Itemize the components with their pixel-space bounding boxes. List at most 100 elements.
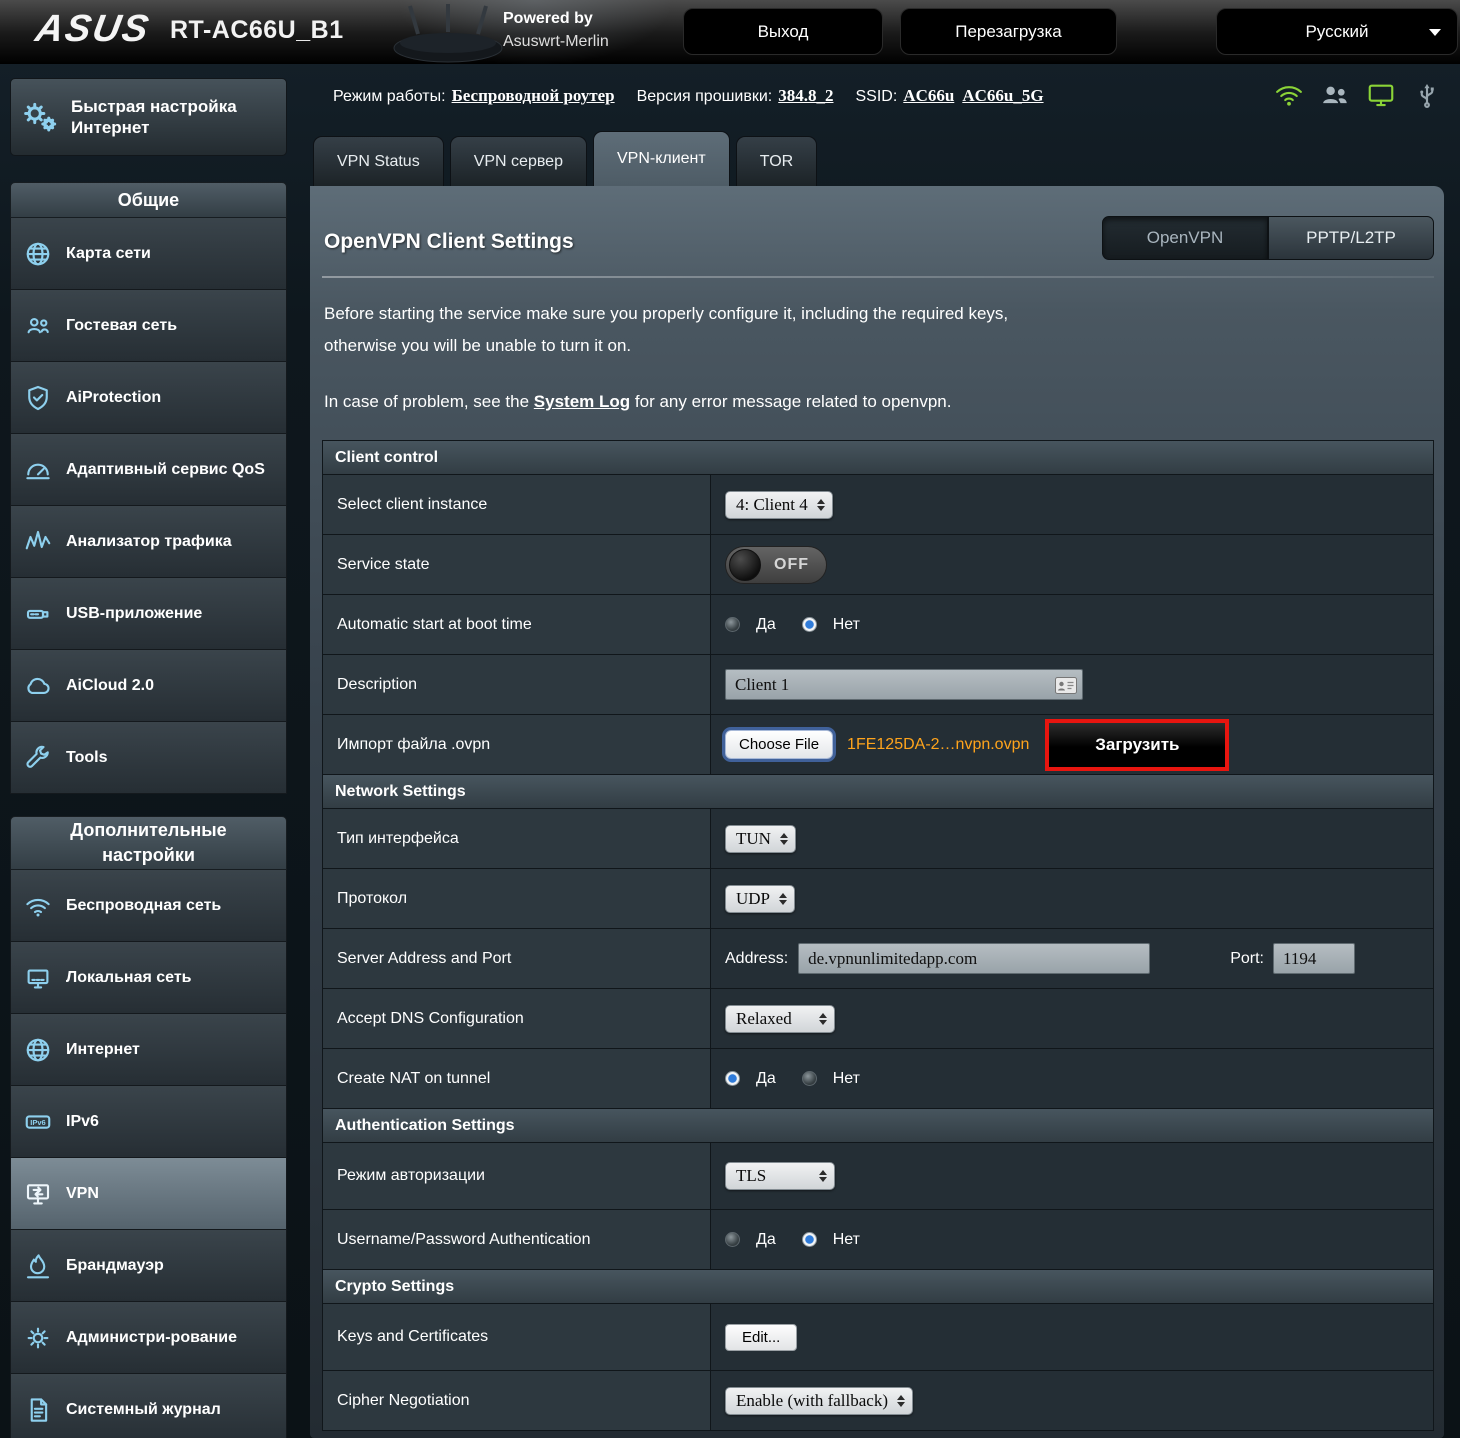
- sidebar-item-internet[interactable]: Интернет: [10, 1014, 287, 1086]
- sidebar-item-firewall[interactable]: Брандмауэр: [10, 1230, 287, 1302]
- sidebar-item-label: Брандмауэр: [66, 1256, 164, 1274]
- vpn-tabs: VPN Status VPN сервер VPN-клиент TOR: [313, 131, 818, 186]
- service-state-toggle[interactable]: OFF: [725, 545, 827, 584]
- svg-text:IPv6: IPv6: [30, 1118, 45, 1127]
- problem-prefix: In case of problem, see the: [324, 392, 530, 411]
- sidebar-item-system-log[interactable]: Системный журнал: [10, 1374, 287, 1438]
- edit-keys-button[interactable]: Edit...: [725, 1323, 798, 1351]
- sidebar-item-wireless[interactable]: Беспроводная сеть: [10, 870, 287, 942]
- problem-text: In case of problem, see the System Log f…: [324, 392, 1434, 412]
- logout-button[interactable]: Выход: [683, 8, 883, 55]
- main-panel: OpenVPN Client Settings OpenVPN PPTP/L2T…: [310, 186, 1444, 1438]
- client-instance-select[interactable]: 4: Client 4: [725, 490, 833, 519]
- sidebar-item-quick-setup[interactable]: Быстрая настройка Интернет: [10, 78, 287, 156]
- sidebar-item-traffic-analyzer[interactable]: Анализатор трафика: [10, 506, 287, 578]
- people-icon: [27, 317, 49, 333]
- waveform-icon: [25, 530, 51, 549]
- row-label: Service state: [323, 535, 711, 594]
- sidebar-item-vpn[interactable]: VPN: [10, 1158, 287, 1230]
- powered-by-line2: Asuswrt-Merlin: [503, 33, 609, 50]
- description-input[interactable]: Client 1: [725, 669, 1083, 700]
- sidebar-item-ipv6[interactable]: IPv6 IPv6: [10, 1086, 287, 1158]
- nat-yes-radio[interactable]: [725, 1071, 740, 1086]
- problem-suffix: for any error message related to openvpn…: [634, 392, 952, 411]
- globe-icon: [26, 1038, 50, 1061]
- ssid-24g-link[interactable]: AC66u: [903, 86, 954, 106]
- choose-file-button[interactable]: Choose File: [725, 730, 834, 759]
- row-service-state: Service state OFF: [323, 535, 1433, 595]
- description-value: Client 1: [735, 674, 790, 694]
- radio-label-yes: Да: [756, 615, 776, 633]
- interface-type-select[interactable]: TUN: [725, 824, 796, 853]
- sidebar-item-administration[interactable]: Администри-рование: [10, 1302, 287, 1374]
- ssid-label: SSID:: [855, 88, 898, 105]
- tab-vpn-status[interactable]: VPN Status: [313, 136, 444, 186]
- language-dropdown[interactable]: Русский: [1216, 8, 1458, 55]
- gauge-icon: [26, 463, 50, 479]
- row-label: Протокол: [323, 869, 711, 928]
- toggle-knob: [729, 548, 761, 581]
- tab-tor[interactable]: TOR: [735, 136, 818, 186]
- row-label: Импорт файла .ovpn: [323, 715, 711, 774]
- firmware-link[interactable]: 384.8_2: [778, 86, 833, 106]
- cipher-negotiation-select[interactable]: Enable (with fallback): [725, 1386, 913, 1415]
- sidebar-item-label: AiCloud 2.0: [66, 676, 155, 694]
- server-address-value: de.vpnunlimitedapp.com: [808, 948, 978, 968]
- autofill-contact-icon[interactable]: [1055, 677, 1077, 694]
- sidebar-item-qos[interactable]: Адаптивный сервис QoS: [10, 434, 287, 506]
- userpass-no-radio[interactable]: [801, 1232, 817, 1247]
- sidebar-item-network-map[interactable]: Карта сети: [10, 218, 287, 290]
- sidebar-item-label: Интернет: [66, 1040, 140, 1058]
- nat-no-radio[interactable]: [801, 1071, 817, 1086]
- autostart-yes-radio[interactable]: [725, 617, 740, 632]
- sidebar-item-label: Быстрая настройка Интернет: [71, 97, 237, 137]
- select-value: Relaxed: [736, 1008, 792, 1028]
- tab-vpn-client[interactable]: VPN-клиент: [592, 131, 730, 186]
- upload-button[interactable]: Загрузить: [1049, 722, 1226, 767]
- mode-link[interactable]: Беспроводной роутер: [452, 86, 615, 106]
- row-cipher-negotiation: Cipher Negotiation Enable (with fallback…: [323, 1371, 1433, 1430]
- flame-icon: [26, 1253, 50, 1278]
- sidebar-item-lan[interactable]: Локальная сеть: [10, 942, 287, 1014]
- sidebar-item-guest-network[interactable]: Гостевая сеть: [10, 290, 287, 362]
- sidebar-item-aicloud[interactable]: AiCloud 2.0: [10, 650, 287, 722]
- firmware-label: Версия прошивки:: [636, 88, 773, 105]
- cloud-icon: [27, 677, 50, 694]
- server-address-input[interactable]: de.vpnunlimitedapp.com: [798, 943, 1151, 974]
- row-userpass-auth: Username/Password Authentication Да Нет: [323, 1210, 1433, 1270]
- clients-icon[interactable]: [1320, 80, 1350, 110]
- monitor-status-icon[interactable]: [1366, 80, 1396, 110]
- tab-vpn-server[interactable]: VPN сервер: [449, 136, 587, 186]
- auth-mode-select[interactable]: TLS: [725, 1162, 835, 1190]
- ssid-5g-link[interactable]: AC66u_5G: [962, 86, 1043, 106]
- openvpn-tab-button[interactable]: OpenVPN: [1102, 216, 1268, 260]
- row-keys-certificates: Keys and Certificates Edit...: [323, 1304, 1433, 1371]
- sidebar-item-label: IPv6: [66, 1112, 99, 1130]
- protocol-select[interactable]: UDP: [725, 884, 796, 913]
- usb-status-icon[interactable]: [1412, 80, 1442, 110]
- section-client-control: Client control: [323, 441, 1433, 475]
- wifi-status-icon[interactable]: [1274, 80, 1304, 110]
- sidebar: Быстрая настройка Интернет Общие Карта с…: [10, 78, 287, 1438]
- userpass-yes-radio[interactable]: [725, 1232, 740, 1247]
- row-accept-dns: Accept DNS Configuration Relaxed: [323, 989, 1433, 1049]
- wrench-icon: [26, 745, 49, 768]
- select-value: TLS: [736, 1166, 767, 1185]
- sidebar-item-aiprotection[interactable]: AiProtection: [10, 362, 287, 434]
- system-log-link[interactable]: System Log: [534, 392, 630, 411]
- radio-label-no: Нет: [832, 1069, 860, 1087]
- sidebar-item-tools[interactable]: Tools: [10, 722, 287, 794]
- ipv6-icon: IPv6: [25, 1114, 51, 1129]
- pptp-l2tp-tab-button[interactable]: PPTP/L2TP: [1268, 216, 1434, 260]
- reboot-button[interactable]: Перезагрузка: [900, 8, 1117, 55]
- select-value: Enable (with fallback): [736, 1390, 888, 1410]
- server-port-input[interactable]: 1194: [1273, 943, 1355, 974]
- autostart-no-radio[interactable]: [801, 617, 817, 632]
- accept-dns-select[interactable]: Relaxed: [725, 1004, 835, 1033]
- sidebar-item-usb-application[interactable]: USB-приложение: [10, 578, 287, 650]
- powered-by: Powered by Asuswrt-Merlin: [503, 7, 609, 53]
- row-import-ovpn: Импорт файла .ovpn Choose File 1FE125DA-…: [323, 715, 1433, 775]
- row-label: Cipher Negotiation: [323, 1371, 711, 1430]
- sidebar-item-label: AiProtection: [66, 388, 162, 406]
- row-autostart: Automatic start at boot time Да Нет: [323, 595, 1433, 655]
